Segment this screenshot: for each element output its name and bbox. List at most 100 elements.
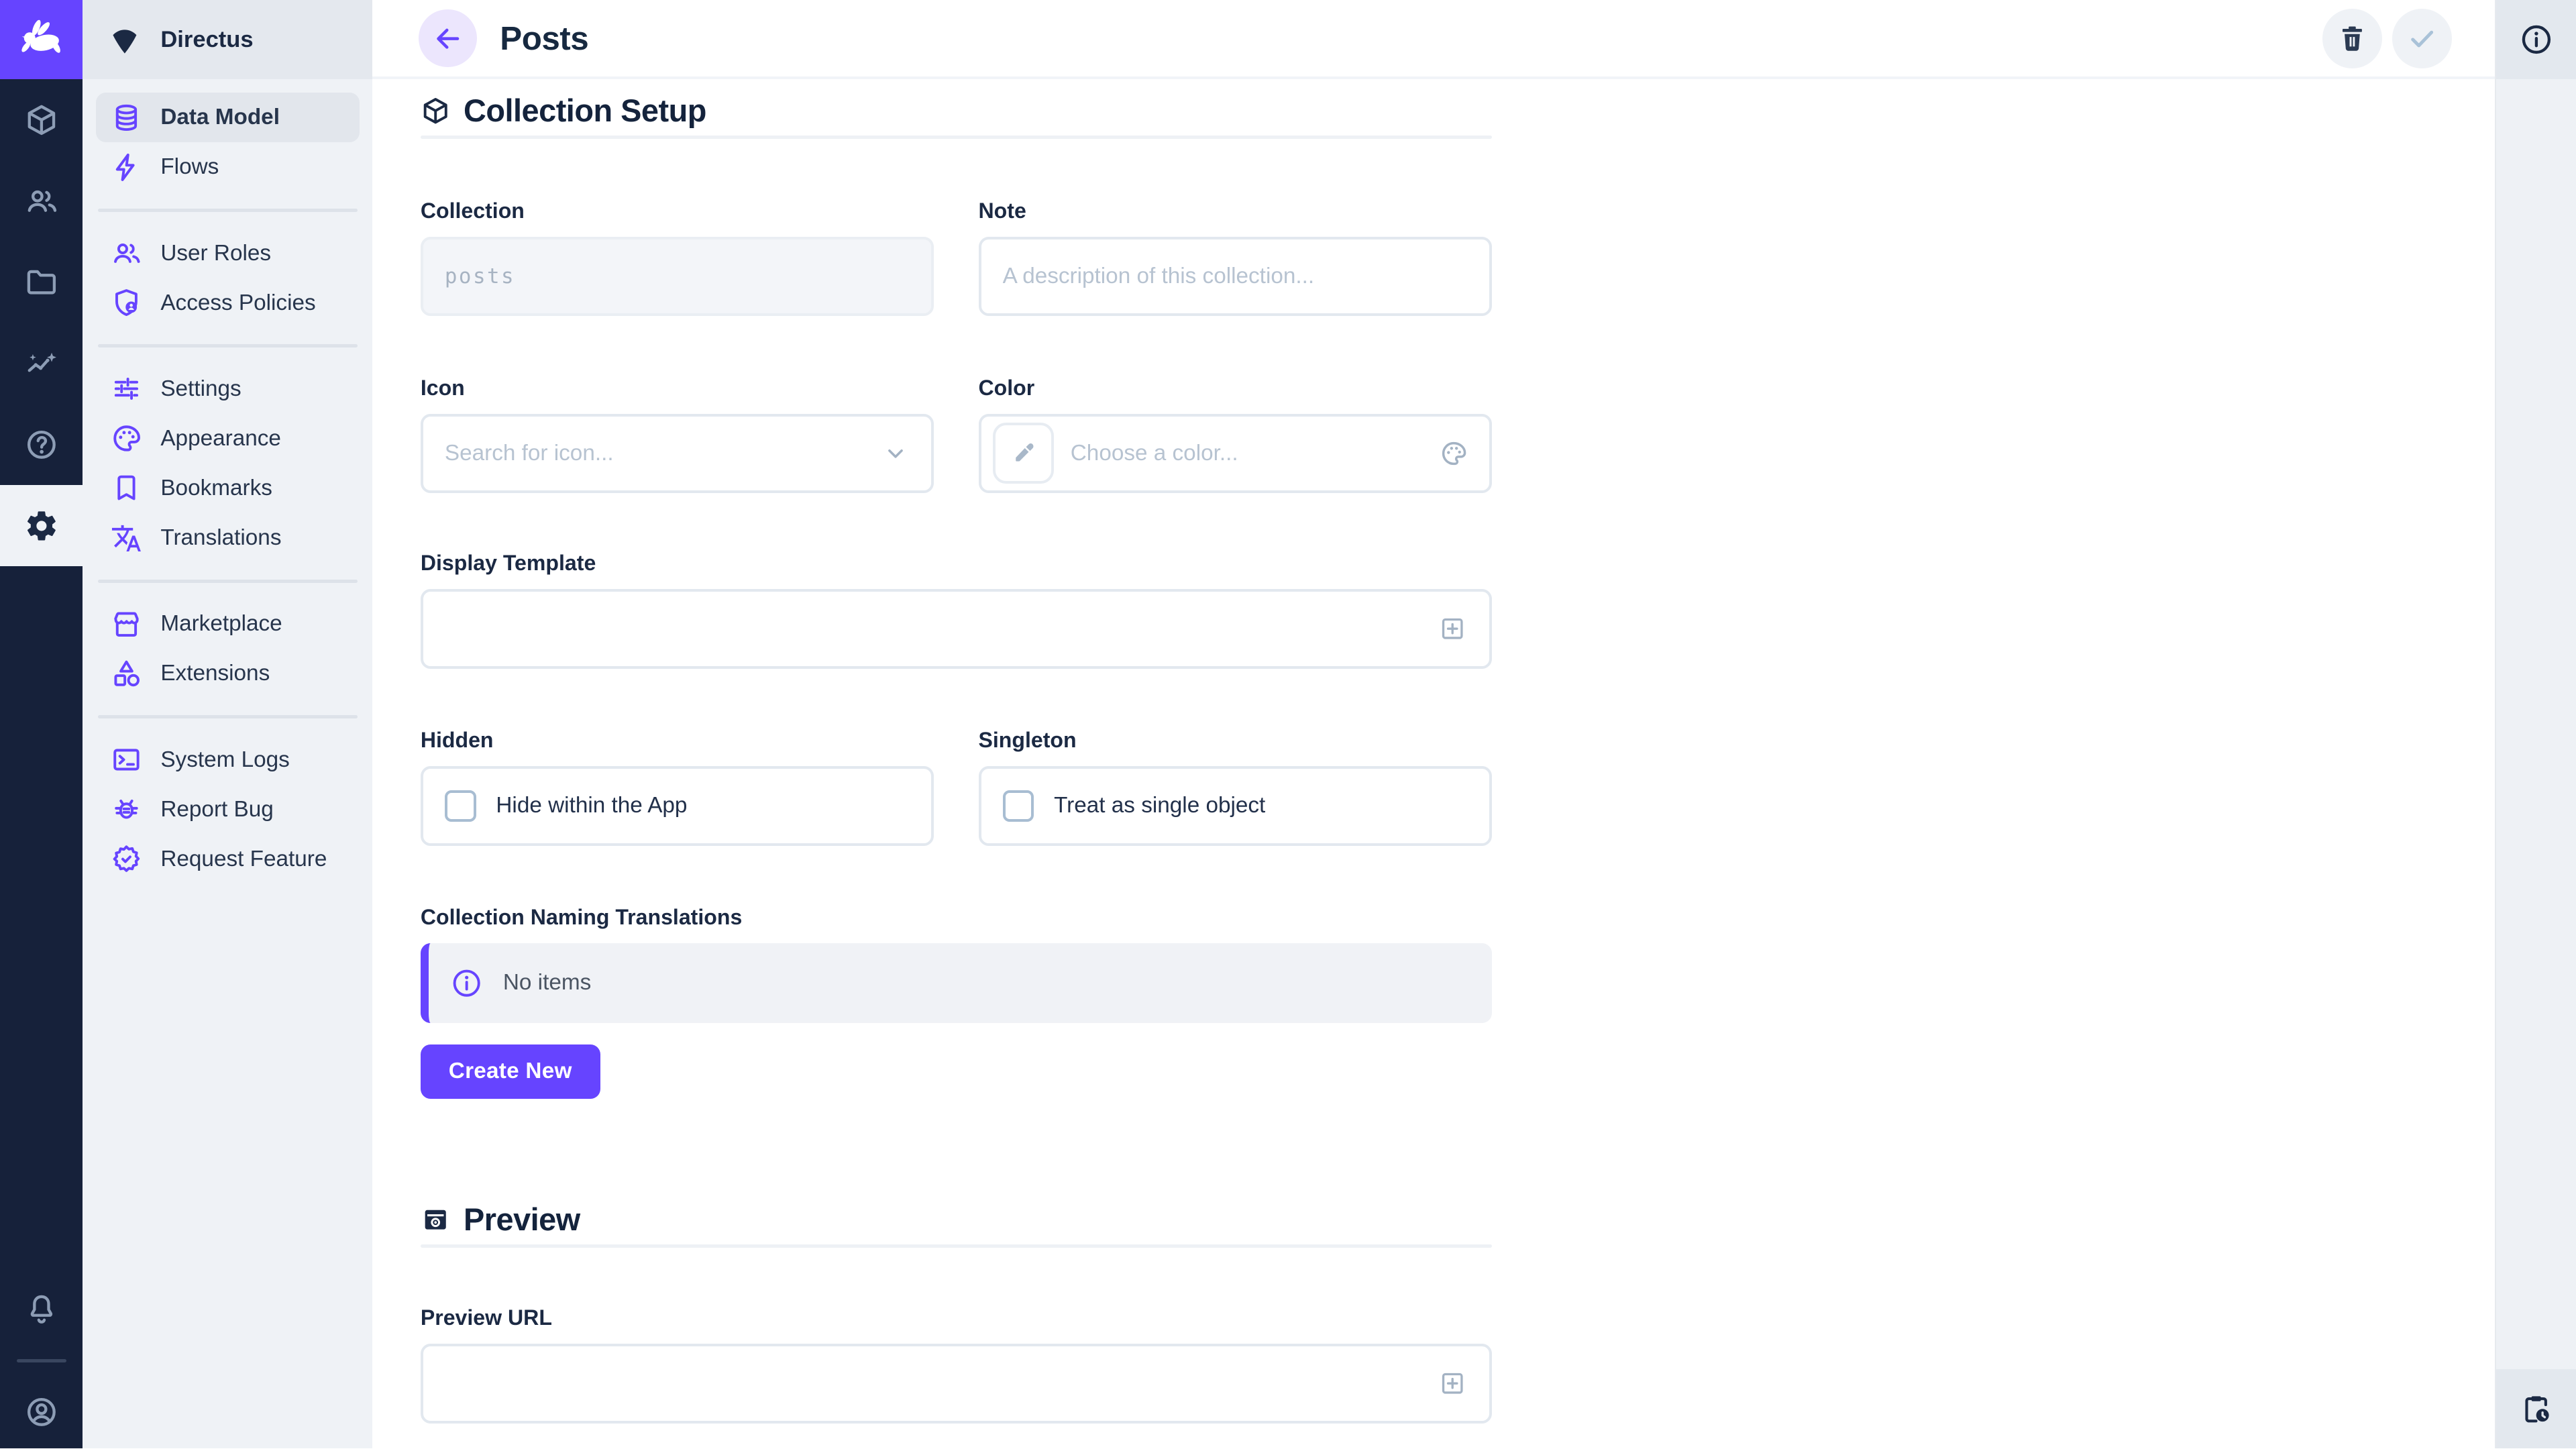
notifications-button[interactable] (0, 1273, 83, 1346)
display-template-control[interactable] (445, 616, 1421, 641)
sidebar-item-data-model[interactable]: Data Model (96, 93, 359, 142)
right-sidebar-rail (2495, 0, 2576, 1448)
nav-divider (98, 344, 358, 347)
nav-list: Data Model Flows User Roles (83, 79, 372, 897)
section-title-text: Collection Setup (464, 93, 706, 129)
singleton-checkbox[interactable] (1003, 790, 1034, 822)
icon-search-input[interactable] (445, 441, 865, 466)
color-input-control[interactable] (1071, 441, 1423, 466)
module-settings[interactable] (0, 485, 83, 566)
module-bar-spacer (0, 566, 83, 1273)
preview-url-input[interactable] (421, 1344, 1492, 1423)
translate-icon (111, 523, 142, 554)
singleton-checkbox-row[interactable]: Treat as single object (979, 766, 1492, 845)
database-icon (111, 102, 142, 133)
delete-button[interactable] (2322, 9, 2382, 68)
page-title: Posts (500, 19, 588, 58)
back-button[interactable] (419, 9, 476, 67)
sidebar-item-label: System Logs (160, 747, 289, 773)
trash-icon (2337, 23, 2368, 54)
module-content[interactable] (0, 79, 83, 160)
sidebar-item-appearance[interactable]: Appearance (96, 414, 359, 464)
module-docs[interactable] (0, 404, 83, 485)
sidebar-item-label: Settings (160, 376, 241, 402)
save-button[interactable] (2392, 9, 2452, 68)
page-content: Collection Setup Collection Note (372, 79, 2495, 1448)
sidebar-item-user-roles[interactable]: User Roles (96, 229, 359, 278)
field-preview-url: Preview URL (421, 1305, 1492, 1423)
preview-url-control[interactable] (445, 1371, 1421, 1396)
page-header: Posts (372, 0, 2495, 79)
section-divider (421, 1244, 1492, 1248)
note-input-control[interactable] (1003, 264, 1468, 289)
project-switcher[interactable]: Directus (83, 0, 372, 79)
sidebar-item-settings[interactable]: Settings (96, 364, 359, 414)
sidebar-item-extensions[interactable]: Extensions (96, 649, 359, 698)
create-new-button[interactable]: Create New (421, 1044, 600, 1099)
color-input[interactable] (979, 414, 1492, 493)
field-label: Collection (421, 199, 934, 223)
gear-icon (24, 508, 59, 543)
nav-divider (98, 715, 358, 718)
hidden-checkbox[interactable] (445, 790, 476, 822)
sidebar-item-bookmarks[interactable]: Bookmarks (96, 464, 359, 513)
sidebar-item-label: Report Bug (160, 797, 273, 822)
sidebar-item-translations[interactable]: Translations (96, 513, 359, 563)
field-icon: Icon (421, 376, 934, 493)
form-row: Hidden Hide within the App Singleton Tre… (421, 728, 1492, 845)
collection-input-control (445, 264, 910, 288)
field-label: Singleton (979, 728, 1492, 753)
add-field-icon[interactable] (1438, 1368, 1467, 1398)
note-input[interactable] (979, 237, 1492, 316)
sidebar-item-system-logs[interactable]: System Logs (96, 735, 359, 785)
help-icon (24, 427, 59, 462)
info-icon (450, 967, 483, 1000)
activity-sidebar-button[interactable] (2496, 1369, 2576, 1448)
info-sidebar-button[interactable] (2496, 0, 2576, 79)
eyedropper-button[interactable] (993, 423, 1054, 484)
field-note: Note (979, 199, 1492, 316)
bolt-icon (111, 152, 142, 183)
module-bar-bottom (0, 1273, 83, 1449)
fan-icon (107, 22, 142, 57)
terminal-icon (111, 744, 142, 775)
nav-sidebar: Directus Data Model Flows (83, 0, 372, 1448)
sidebar-item-flows[interactable]: Flows (96, 142, 359, 192)
field-label: Collection Naming Translations (421, 905, 1492, 930)
sidebar-item-label: Request Feature (160, 847, 327, 872)
bell-icon (24, 1292, 59, 1327)
module-insights[interactable] (0, 323, 83, 404)
sidebar-item-access-policies[interactable]: Access Policies (96, 278, 359, 328)
sidebar-item-label: Appearance (160, 426, 281, 451)
hidden-checkbox-row[interactable]: Hide within the App (421, 766, 934, 845)
sidebar-item-request-feature[interactable]: Request Feature (96, 835, 359, 884)
sidebar-item-label: Translations (160, 525, 281, 551)
field-label: Icon (421, 376, 934, 400)
chevron-down-icon[interactable] (881, 439, 910, 468)
form-row: Icon Color (421, 376, 1492, 493)
eyedropper-icon (1010, 440, 1036, 466)
account-button[interactable] (0, 1376, 83, 1449)
sidebar-item-label: Marketplace (160, 611, 282, 637)
module-files[interactable] (0, 241, 83, 323)
nav-divider (98, 580, 358, 583)
bug-icon (111, 794, 142, 825)
account-circle-icon (24, 1395, 59, 1430)
cube-icon (24, 103, 59, 138)
palette-icon[interactable] (1440, 439, 1468, 468)
sidebar-item-report-bug[interactable]: Report Bug (96, 785, 359, 835)
directus-logo[interactable] (0, 0, 83, 79)
icon-select[interactable] (421, 414, 934, 493)
module-users[interactable] (0, 160, 83, 241)
people-icon (24, 184, 59, 219)
sidebar-item-marketplace[interactable]: Marketplace (96, 599, 359, 649)
preview-icon (421, 1205, 450, 1234)
module-bar (0, 0, 83, 1448)
header-actions (2322, 9, 2451, 68)
main-area: Posts (372, 0, 2495, 1448)
add-field-icon[interactable] (1438, 614, 1467, 643)
display-template-input[interactable] (421, 589, 1492, 668)
field-singleton: Singleton Treat as single object (979, 728, 1492, 845)
shield-person-icon (111, 287, 142, 319)
checkbox-label: Treat as single object (1054, 793, 1265, 818)
